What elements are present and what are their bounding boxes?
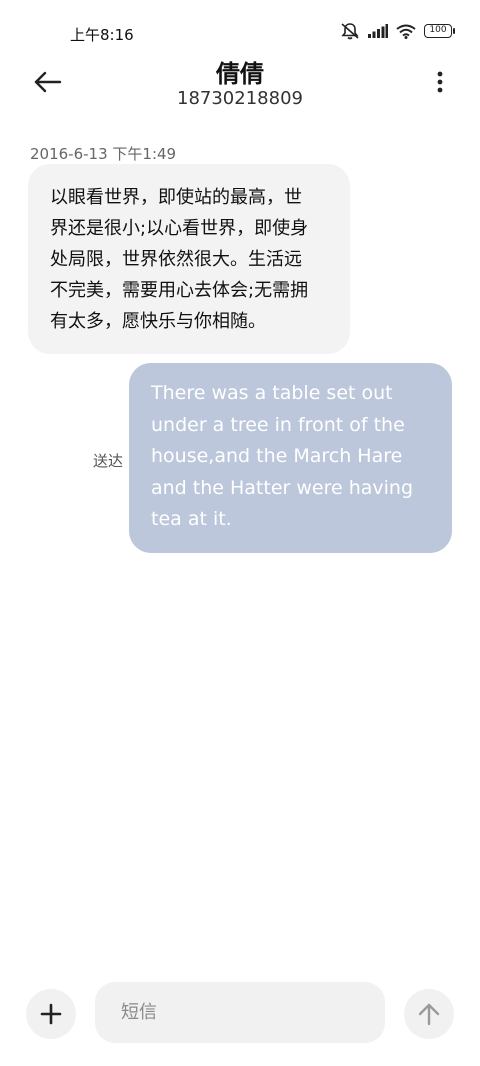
incoming-message-bubble[interactable]: 以眼看世界，即使站的最高，世 界还是很小;以心看世界，即使身 处局限，世界依然很… (28, 164, 350, 354)
battery-icon: 100 (424, 24, 455, 38)
message-line: and the Hatter were having (151, 476, 414, 499)
outgoing-message-bubble[interactable]: There was a table set out under a tree i… (129, 363, 452, 553)
more-vertical-icon (437, 71, 443, 93)
mute-icon (340, 22, 360, 40)
message-line: 处局限，世界依然很大。生活远 (50, 249, 302, 270)
contact-number: 18730218809 (177, 88, 303, 109)
wifi-icon (396, 24, 416, 39)
conversation-header: 倩倩 18730218809 (0, 52, 480, 116)
message-line: 以眼看世界，即使站的最高，世 (50, 187, 302, 208)
message-line: 不完美，需要用心去体会;无需拥 (50, 280, 309, 301)
send-arrow-up-icon (418, 1002, 440, 1026)
add-attachment-button[interactable] (26, 989, 76, 1039)
more-options-button[interactable] (430, 66, 450, 98)
message-line: under a tree in front of the (151, 413, 405, 436)
message-line: house,and the March Hare (151, 445, 403, 467)
signal-icon (368, 24, 388, 38)
message-timestamp: 2016-6-13 下午1:49 (30, 145, 177, 163)
message-line: There was a table set out (151, 382, 393, 404)
message-input[interactable] (95, 982, 385, 1043)
status-time: 上午8:16 (70, 26, 134, 44)
message-line: 有太多，愿快乐与你相随。 (50, 311, 266, 332)
send-button[interactable] (404, 989, 454, 1039)
delivery-status: 送达 (93, 452, 124, 470)
conversation-screen: 上午8:16 100 倩倩 18730218809 2016-6-13 下午1:… (0, 0, 480, 1066)
plus-icon (40, 1003, 62, 1025)
message-line: 界还是很小;以心看世界，即使身 (50, 218, 309, 239)
status-icons: 100 (340, 22, 455, 40)
message-line: tea at it. (151, 508, 232, 530)
contact-name: 倩倩 (216, 60, 264, 88)
